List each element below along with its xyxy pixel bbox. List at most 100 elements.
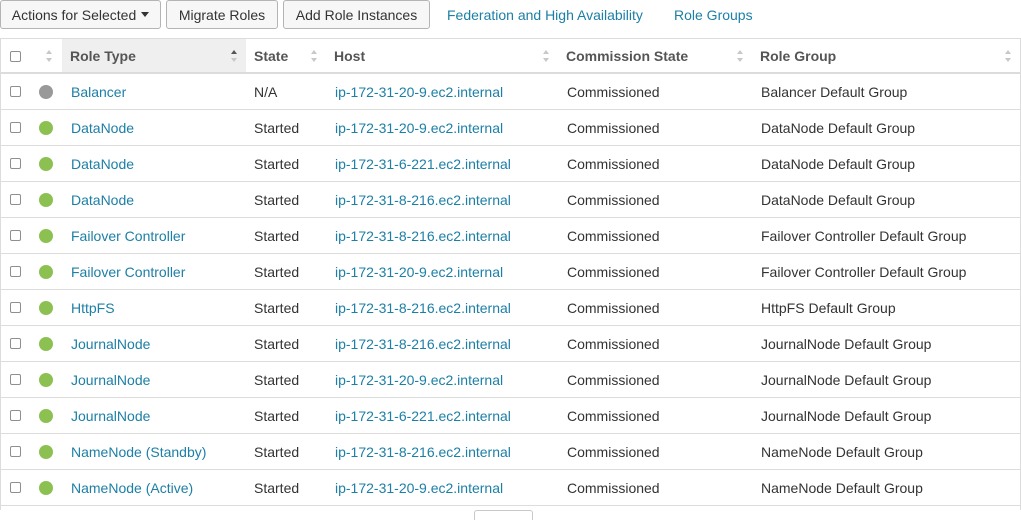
table-row: DataNode Started ip-172-31-8-216.ec2.inter…: [1, 182, 1020, 218]
role-type-link[interactable]: NameNode (Active): [71, 470, 193, 505]
role-type-link[interactable]: DataNode: [71, 146, 134, 181]
toolbar: Actions for Selected Migrate Roles Add R…: [0, 0, 1021, 31]
role-type-link[interactable]: HttpFS: [71, 290, 115, 325]
role-type-link[interactable]: JournalNode: [71, 362, 150, 397]
host-link[interactable]: ip-172-31-8-216.ec2.internal: [335, 290, 511, 325]
column-header-role-group[interactable]: Role Group: [752, 39, 1020, 72]
host-link[interactable]: ip-172-31-6-221.ec2.internal: [335, 398, 511, 433]
status-indicator-icon: [39, 265, 53, 279]
sort-icon: [1005, 50, 1012, 62]
host-link[interactable]: ip-172-31-6-221.ec2.internal: [335, 146, 511, 181]
role-group-cell: JournalNode Default Group: [761, 335, 932, 352]
federation-ha-link[interactable]: Federation and High Availability: [447, 7, 643, 23]
host-link[interactable]: ip-172-31-20-9.ec2.internal: [335, 74, 503, 109]
sort-icon: [543, 50, 550, 62]
table-header: Role Type State Host Commission State Ro…: [1, 39, 1020, 74]
host-link[interactable]: ip-172-31-8-216.ec2.internal: [335, 182, 511, 217]
role-type-link[interactable]: DataNode: [71, 110, 134, 145]
commission-state-cell: Commissioned: [567, 479, 660, 496]
state-cell: Started: [254, 407, 300, 424]
host-link[interactable]: ip-172-31-8-216.ec2.internal: [335, 218, 511, 253]
migrate-roles-button[interactable]: Migrate Roles: [166, 0, 278, 29]
status-indicator-icon: [39, 373, 53, 387]
row-checkbox[interactable]: [10, 410, 21, 421]
column-label-commission-state: Commission State: [566, 47, 689, 64]
status-indicator-icon: [39, 121, 53, 135]
state-cell: Started: [254, 479, 300, 496]
commission-state-cell: Commissioned: [567, 227, 660, 244]
column-header-commission-state[interactable]: Commission State: [558, 39, 752, 72]
role-group-cell: DataNode Default Group: [761, 191, 916, 208]
add-role-instances-button[interactable]: Add Role Instances: [283, 0, 430, 29]
column-header-host[interactable]: Host: [326, 39, 558, 72]
sort-ascending-icon: [231, 50, 238, 62]
column-header-status[interactable]: [31, 39, 61, 72]
table-row: Balancer N/A ip-172-31-20-9.ec2.internal Co…: [1, 74, 1020, 110]
column-label-role-type: Role Type: [70, 47, 136, 64]
role-type-link[interactable]: Failover Controller: [71, 218, 185, 253]
column-label-state: State: [254, 47, 289, 64]
role-type-link[interactable]: Failover Controller: [71, 254, 185, 289]
row-checkbox[interactable]: [10, 446, 21, 457]
pagination-control[interactable]: [474, 510, 533, 520]
role-type-link[interactable]: JournalNode: [71, 326, 150, 361]
role-groups-link[interactable]: Role Groups: [674, 7, 753, 23]
role-type-link[interactable]: DataNode: [71, 182, 134, 217]
state-cell: Started: [254, 119, 300, 136]
state-cell: Started: [254, 191, 300, 208]
row-checkbox[interactable]: [10, 482, 21, 493]
row-checkbox[interactable]: [10, 158, 21, 169]
row-checkbox[interactable]: [10, 122, 21, 133]
column-header-state[interactable]: State: [246, 39, 326, 72]
role-group-cell: DataNode Default Group: [761, 119, 916, 136]
row-checkbox[interactable]: [10, 374, 21, 385]
host-link[interactable]: ip-172-31-20-9.ec2.internal: [335, 362, 503, 397]
host-link[interactable]: ip-172-31-8-216.ec2.internal: [335, 326, 511, 361]
row-checkbox[interactable]: [10, 338, 21, 349]
roles-table: Role Type State Host Commission State Ro…: [0, 38, 1021, 510]
role-group-cell: Failover Controller Default Group: [761, 227, 967, 244]
state-cell: Started: [254, 227, 300, 244]
table-row: DataNode Started ip-172-31-20-9.ec2.intern…: [1, 110, 1020, 146]
state-cell: Started: [254, 335, 300, 352]
role-group-cell: JournalNode Default Group: [761, 407, 932, 424]
status-indicator-icon: [39, 481, 53, 495]
status-indicator-icon: [39, 445, 53, 459]
commission-state-cell: Commissioned: [567, 119, 660, 136]
role-group-cell: Failover Controller Default Group: [761, 263, 967, 280]
actions-for-selected-button[interactable]: Actions for Selected: [0, 0, 161, 29]
table-row: Failover Controller Started ip-172-31-20-9…: [1, 254, 1020, 290]
status-indicator-icon: [39, 85, 53, 99]
role-group-cell: NameNode Default Group: [761, 479, 923, 496]
state-cell: Started: [254, 155, 300, 172]
sort-icon: [737, 50, 744, 62]
state-cell: Started: [254, 299, 300, 316]
role-type-link[interactable]: NameNode (Standby): [71, 434, 206, 469]
row-checkbox[interactable]: [10, 230, 21, 241]
table-row: HttpFS Started ip-172-31-8-216.ec2.interna…: [1, 290, 1020, 326]
host-link[interactable]: ip-172-31-20-9.ec2.internal: [335, 254, 503, 289]
row-checkbox[interactable]: [10, 194, 21, 205]
select-all-checkbox[interactable]: [10, 51, 21, 62]
host-link[interactable]: ip-172-31-20-9.ec2.internal: [335, 470, 503, 505]
row-checkbox[interactable]: [10, 266, 21, 277]
sort-icon: [311, 50, 318, 62]
state-cell: Started: [254, 371, 300, 388]
row-checkbox[interactable]: [10, 302, 21, 313]
column-header-role-type[interactable]: Role Type: [62, 39, 246, 72]
role-group-cell: DataNode Default Group: [761, 155, 916, 172]
commission-state-cell: Commissioned: [567, 299, 660, 316]
role-type-link[interactable]: JournalNode: [71, 398, 150, 433]
column-label-role-group: Role Group: [760, 47, 837, 64]
commission-state-cell: Commissioned: [567, 263, 660, 280]
row-checkbox[interactable]: [10, 86, 21, 97]
actions-for-selected-label: Actions for Selected: [11, 6, 137, 23]
commission-state-cell: Commissioned: [567, 155, 660, 172]
commission-state-cell: Commissioned: [567, 407, 660, 424]
host-link[interactable]: ip-172-31-8-216.ec2.internal: [335, 434, 511, 469]
commission-state-cell: Commissioned: [567, 371, 660, 388]
state-cell: N/A: [254, 83, 278, 100]
table-row: JournalNode Started ip-172-31-8-216.ec2.in…: [1, 326, 1020, 362]
host-link[interactable]: ip-172-31-20-9.ec2.internal: [335, 110, 503, 145]
role-type-link[interactable]: Balancer: [71, 74, 126, 109]
